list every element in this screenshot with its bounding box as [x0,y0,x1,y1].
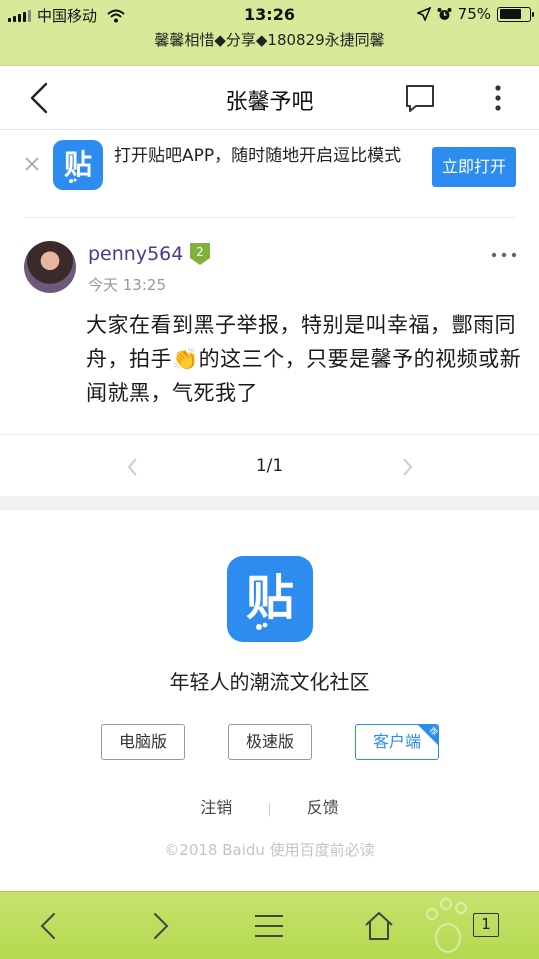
level-badge: 2 [190,243,210,265]
banner-text: 打开贴吧APP，随时随地开启逗比模式 [114,146,402,166]
comment-icon[interactable] [404,82,436,114]
browser-toolbar: 1 [0,891,539,959]
post-content: 大家在看到黑子举报，特别是叫幸福，酆雨同舟，拍手👏的这三个，只要是馨予的视频或新… [86,313,522,405]
browser-menu-icon[interactable] [251,908,287,944]
battery-fill [499,9,522,19]
recommend-badge: 荐 [418,725,438,745]
logout-link[interactable]: 注销 [200,794,232,818]
more-vertical-icon[interactable] [484,82,512,114]
feedback-link[interactable]: 反馈 [307,794,339,818]
page-title: 张馨予吧 [225,90,314,115]
footer-slogan: 年轻人的潮流文化社区 [169,670,370,694]
paw-decoration-icon [426,898,467,953]
battery-icon [497,6,534,22]
divider [24,217,515,218]
browser-home-icon[interactable] [361,908,397,944]
browser-page-title: 馨馨相惜◆分享◆180829永捷同馨 [154,31,385,49]
client-button[interactable]: 客户端 荐 [355,724,439,760]
post-time: 今天 13:25 [88,276,166,294]
chevron-right-icon[interactable] [398,456,416,478]
client-button-label: 客户端 [372,732,421,751]
svg-text:贴: 贴 [64,148,92,181]
open-app-button[interactable]: 立即打开 [432,147,516,187]
battery-percent: 75% [457,5,491,23]
footer-links: 注销 | 反馈 [0,794,539,818]
page-header: 张馨予吧 [0,66,539,130]
svg-text:贴: 贴 [246,570,294,626]
copyright-text[interactable]: ©2018 Baidu 使用百度前必读 [0,839,539,860]
footer: 贴 年轻人的潮流文化社区 电脑版 极速版 客户端 荐 注销 | 反馈 ©2018… [0,510,539,891]
post-username[interactable]: penny564 [88,243,183,265]
tieba-logo-icon: 贴 [227,556,313,642]
status-bar: 中国移动 13:26 75% [0,0,539,28]
divider [0,434,539,435]
more-horizontal-icon[interactable] [490,250,518,260]
browser-forward-icon[interactable] [141,908,177,944]
browser-back-icon[interactable] [32,908,68,944]
lite-version-button[interactable]: 极速版 [228,724,312,760]
tieba-logo-icon: 贴 [53,140,103,190]
pc-version-button[interactable]: 电脑版 [101,724,185,760]
alarm-icon [437,7,452,20]
app-download-banner: 贴 打开贴吧APP，随时随地开启逗比模式 立即打开 [0,130,539,200]
link-separator: | [267,802,272,817]
browser-tabs-button[interactable]: 1 [470,908,506,944]
status-right: 75% [416,5,534,23]
location-arrow-icon [416,7,431,21]
post-card: penny564 2 今天 13:25 大家在看到黑子举报，特别是叫幸福，酆雨同… [0,200,539,496]
avatar[interactable] [24,241,76,293]
close-icon[interactable] [22,154,42,174]
browser-url-bar[interactable]: 馨馨相惜◆分享◆180829永捷同馨 [0,28,539,66]
tab-count: 1 [473,913,499,937]
svg-text:2: 2 [196,245,204,259]
pager-text: 1/1 [255,456,284,476]
